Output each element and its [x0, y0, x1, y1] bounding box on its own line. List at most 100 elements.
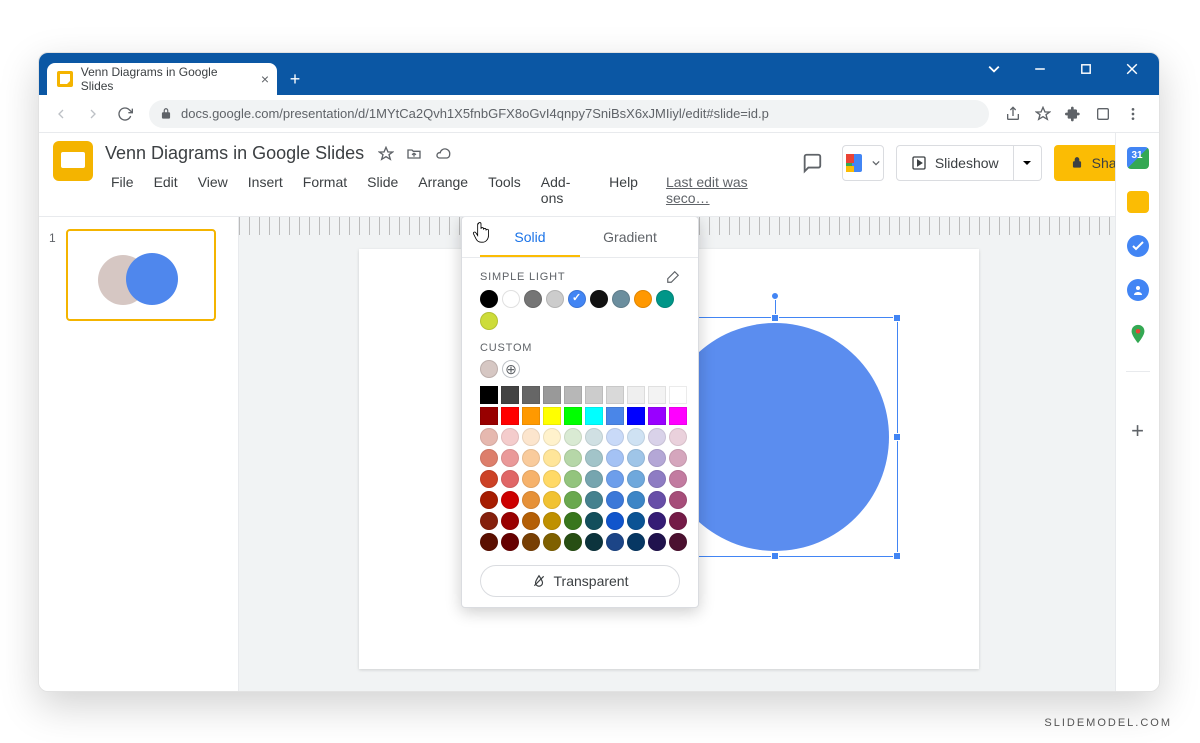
share-page-icon[interactable]	[999, 100, 1027, 128]
color-swatch[interactable]	[501, 533, 519, 551]
color-swatch[interactable]	[627, 407, 645, 425]
maximize-button[interactable]	[1063, 53, 1109, 85]
color-swatch[interactable]	[627, 449, 645, 467]
rotate-handle[interactable]	[771, 292, 779, 300]
theme-swatch[interactable]	[634, 290, 652, 308]
color-swatch[interactable]	[480, 491, 498, 509]
color-swatch[interactable]	[627, 512, 645, 530]
document-title[interactable]: Venn Diagrams in Google Slides	[103, 141, 366, 166]
edit-theme-icon[interactable]	[666, 270, 680, 284]
close-tab-icon[interactable]: ×	[261, 71, 269, 87]
color-swatch[interactable]	[606, 386, 624, 404]
menu-insert[interactable]: Insert	[240, 170, 291, 210]
menu-format[interactable]: Format	[295, 170, 355, 210]
color-swatch[interactable]	[522, 512, 540, 530]
color-swatch[interactable]	[564, 491, 582, 509]
color-swatch[interactable]	[522, 449, 540, 467]
slide-thumbnail[interactable]	[66, 229, 216, 321]
color-swatch[interactable]	[501, 449, 519, 467]
menu-arrange[interactable]: Arrange	[410, 170, 476, 210]
close-window-button[interactable]	[1109, 53, 1155, 85]
color-swatch[interactable]	[480, 449, 498, 467]
menu-slide[interactable]: Slide	[359, 170, 406, 210]
color-swatch[interactable]	[522, 386, 540, 404]
theme-swatch[interactable]	[502, 290, 520, 308]
color-swatch[interactable]	[648, 449, 666, 467]
address-bar[interactable]: docs.google.com/presentation/d/1MYtCa2Qv…	[149, 100, 989, 128]
theme-swatch[interactable]	[590, 290, 608, 308]
color-swatch[interactable]	[480, 512, 498, 530]
theme-swatch[interactable]	[480, 290, 498, 308]
menu-edit[interactable]: Edit	[146, 170, 186, 210]
theme-swatch[interactable]	[524, 290, 542, 308]
calendar-icon[interactable]: 31	[1127, 147, 1149, 169]
tasks-icon[interactable]	[1127, 235, 1149, 257]
browser-tab[interactable]: Venn Diagrams in Google Slides ×	[47, 63, 277, 95]
color-swatch[interactable]	[480, 533, 498, 551]
tab-gradient[interactable]: Gradient	[580, 217, 680, 257]
move-icon[interactable]	[406, 146, 422, 162]
star-icon[interactable]	[378, 146, 394, 162]
keep-icon[interactable]	[1127, 191, 1149, 213]
color-swatch[interactable]	[606, 449, 624, 467]
account-icon[interactable]	[1089, 100, 1117, 128]
color-swatch[interactable]	[564, 533, 582, 551]
resize-handle[interactable]	[893, 433, 901, 441]
color-swatch[interactable]	[606, 491, 624, 509]
color-swatch[interactable]	[669, 407, 687, 425]
color-swatch[interactable]	[669, 386, 687, 404]
resize-handle[interactable]	[893, 552, 901, 560]
color-swatch[interactable]	[669, 533, 687, 551]
new-tab-button[interactable]: +	[281, 65, 309, 93]
color-swatch[interactable]	[564, 428, 582, 446]
resize-handle[interactable]	[771, 552, 779, 560]
color-swatch[interactable]	[522, 533, 540, 551]
color-swatch[interactable]	[522, 407, 540, 425]
color-swatch[interactable]	[564, 512, 582, 530]
color-swatch[interactable]	[669, 491, 687, 509]
color-swatch[interactable]	[585, 449, 603, 467]
theme-swatch[interactable]	[612, 290, 630, 308]
cloud-status-icon[interactable]	[434, 146, 452, 162]
color-swatch[interactable]	[585, 386, 603, 404]
color-swatch[interactable]	[480, 386, 498, 404]
color-swatch[interactable]	[522, 491, 540, 509]
color-swatch[interactable]	[564, 470, 582, 488]
color-swatch[interactable]	[543, 407, 561, 425]
color-swatch[interactable]	[480, 470, 498, 488]
color-swatch[interactable]	[648, 407, 666, 425]
color-swatch[interactable]	[585, 428, 603, 446]
color-swatch[interactable]	[585, 533, 603, 551]
browser-menu-icon[interactable]	[1119, 100, 1147, 128]
slides-home-icon[interactable]	[53, 141, 93, 181]
color-swatch[interactable]	[648, 491, 666, 509]
back-button[interactable]	[47, 100, 75, 128]
menu-tools[interactable]: Tools	[480, 170, 529, 210]
color-swatch[interactable]	[543, 533, 561, 551]
color-swatch[interactable]	[606, 533, 624, 551]
maps-icon[interactable]	[1127, 323, 1149, 345]
resize-handle[interactable]	[771, 314, 779, 322]
tab-search-icon[interactable]	[971, 53, 1017, 85]
color-swatch[interactable]	[648, 470, 666, 488]
color-swatch[interactable]	[627, 491, 645, 509]
color-swatch[interactable]	[543, 512, 561, 530]
tab-solid[interactable]: Solid	[480, 217, 580, 257]
color-swatch[interactable]	[543, 449, 561, 467]
add-addon-button[interactable]: +	[1131, 418, 1144, 444]
color-swatch[interactable]	[606, 428, 624, 446]
color-swatch[interactable]	[501, 491, 519, 509]
color-swatch[interactable]	[480, 428, 498, 446]
resize-handle[interactable]	[893, 314, 901, 322]
color-swatch[interactable]	[669, 449, 687, 467]
color-swatch[interactable]	[585, 491, 603, 509]
color-swatch[interactable]	[627, 533, 645, 551]
extensions-icon[interactable]	[1059, 100, 1087, 128]
color-swatch[interactable]	[585, 407, 603, 425]
minimize-button[interactable]	[1017, 53, 1063, 85]
color-swatch[interactable]	[627, 470, 645, 488]
color-swatch[interactable]	[480, 407, 498, 425]
menu-help[interactable]: Help	[601, 170, 646, 210]
color-swatch[interactable]	[585, 470, 603, 488]
menu-addons[interactable]: Add-ons	[533, 170, 597, 210]
